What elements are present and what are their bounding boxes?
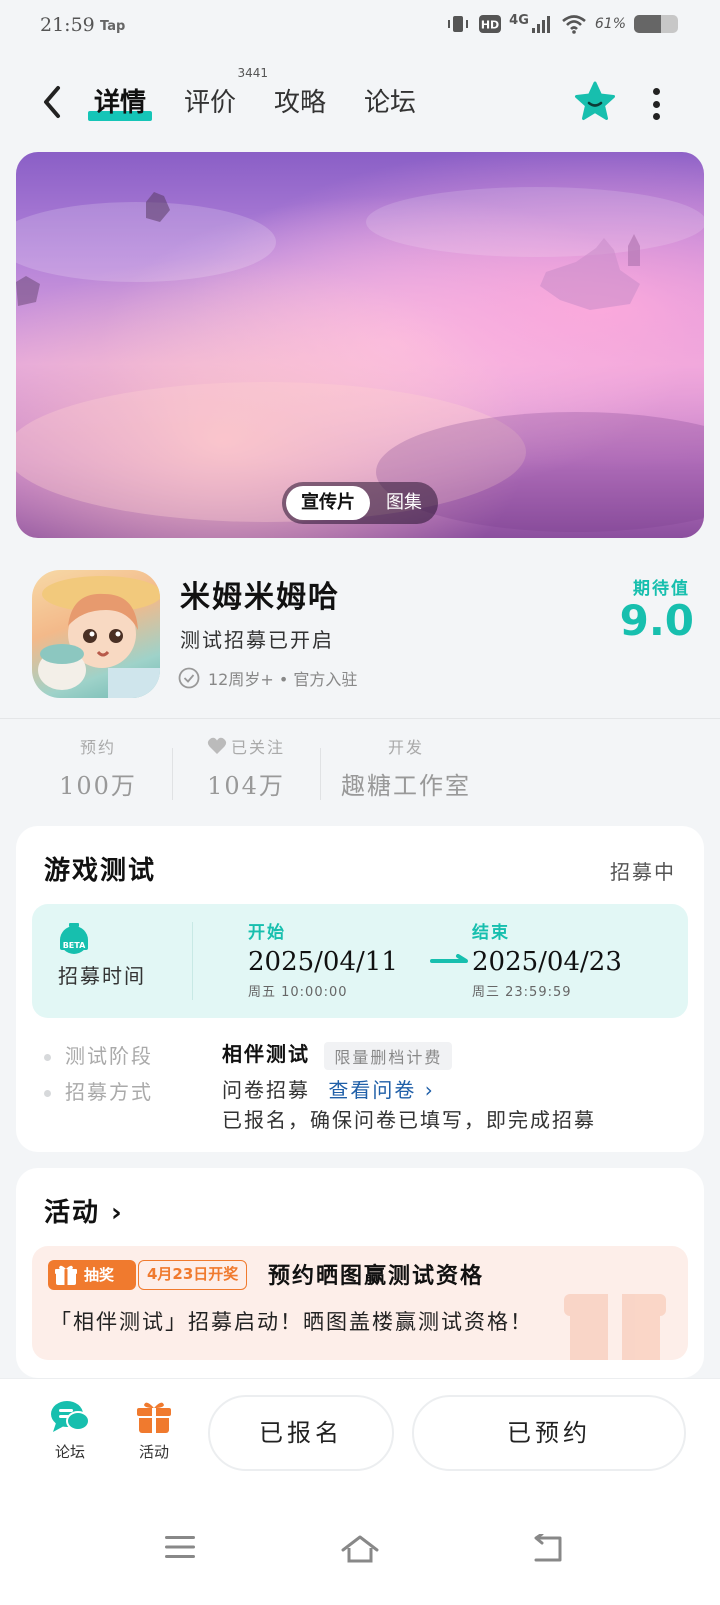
stat-follows[interactable]: 已关注 104万 <box>198 734 294 801</box>
tab-trailer[interactable]: 宣传片 <box>286 486 370 520</box>
card-title: 游戏测试 <box>44 856 157 886</box>
wifi-icon <box>562 15 586 34</box>
activity-title-link[interactable]: 活动 › <box>44 1192 124 1229</box>
status-time: 21:59 <box>40 14 95 36</box>
activity-button[interactable]: 活动 <box>124 1399 184 1462</box>
tab-gallery[interactable]: 图集 <box>374 486 434 520</box>
app-name: 米姆米姆哈 <box>180 580 340 615</box>
forum-button[interactable]: 论坛 <box>40 1399 100 1462</box>
more-menu-icon[interactable] <box>650 88 662 120</box>
vibrate-icon <box>448 16 469 32</box>
heart-icon <box>207 737 227 754</box>
carrier-badge: Tap <box>100 19 126 34</box>
status-bar: 21:59 Tap HD 4G 61% <box>0 0 720 56</box>
back-icon[interactable] <box>38 84 66 120</box>
phase-value: 相伴测试 <box>222 1042 310 1066</box>
menu-icon[interactable] <box>164 1534 196 1560</box>
verified-check-icon <box>178 667 200 689</box>
age-official-tags: 12周岁+ • 官方入驻 <box>208 670 358 689</box>
review-count: 3441 <box>237 66 269 80</box>
tab-forum[interactable]: 论坛 <box>360 80 420 121</box>
method-row-value: 问卷招募 查看问卷 › <box>222 1074 435 1103</box>
stat-value: 100万 <box>59 772 137 800</box>
stats-row: 预约 100万 已关注 104万 开发 趣糖工作室 <box>0 734 720 804</box>
svg-text:HD: HD <box>481 19 499 32</box>
tab-details[interactable]: 详情 <box>87 80 153 121</box>
start-key: 开始 <box>248 923 286 943</box>
end-date: 2025/04/23 <box>472 947 622 977</box>
stat-value: 趣糖工作室 <box>341 772 471 800</box>
stat-value: 104万 <box>207 772 285 800</box>
home-icon[interactable] <box>340 1534 380 1564</box>
method-note: 已报名，确保问卷已填写，即完成招募 <box>222 1108 596 1132</box>
recruit-time-box: BETA 招募时间 开始 2025/04/11 周五 10:00:00 结束 2… <box>32 904 688 1018</box>
method-row-label: 招募方式 <box>44 1076 153 1105</box>
stat-label: 已关注 <box>230 738 285 757</box>
forum-chat-icon <box>51 1401 90 1432</box>
stat-label: 开发 <box>387 738 424 757</box>
beta-timer-icon: BETA <box>60 923 88 954</box>
tab-reviews-label: 评价 <box>184 88 237 118</box>
app-subtitle: 测试招募已开启 <box>180 628 334 652</box>
end-weekday-time: 周三 23:59:59 <box>472 985 572 1000</box>
start-time: 开始 2025/04/11 周五 10:00:00 <box>248 918 398 1000</box>
start-date: 2025/04/11 <box>248 947 398 977</box>
draw-date-badge: 4月23日开奖 <box>138 1260 248 1290</box>
back-nav-icon[interactable] <box>530 1534 564 1564</box>
phase-row-label: 测试阶段 <box>44 1040 153 1069</box>
stat-reservations: 预约 100万 <box>58 734 138 801</box>
signal-icon <box>531 16 550 33</box>
divider <box>172 748 173 800</box>
bottom-action-bar: 论坛 活动 已报名 已预约 <box>0 1378 720 1488</box>
phase-pill: 限量删档计费 <box>324 1041 453 1070</box>
top-nav: 详情 评价 3441 攻略 论坛 <box>0 64 720 140</box>
favorite-star-icon[interactable] <box>572 80 618 126</box>
hd-icon: HD <box>479 15 502 33</box>
app-icon <box>32 570 160 698</box>
media-toggle: 宣传片 图集 <box>282 482 438 524</box>
activity-card: 活动 › 抽奖 4月23日开奖 预约晒图赢测试资格 「相伴测试」招募启动！晒图盖… <box>16 1168 704 1378</box>
stat-developer[interactable]: 开发 趣糖工作室 <box>336 734 476 801</box>
tab-reviews[interactable]: 评价 3441 <box>180 66 268 121</box>
divider <box>192 922 193 1000</box>
tab-guides[interactable]: 攻略 <box>270 80 330 121</box>
recruit-status: 招募中 <box>610 860 676 884</box>
lottery-badge: 抽奖 <box>48 1260 136 1290</box>
activity-description: 「相伴测试」招募启动！晒图盖楼赢测试资格！ <box>50 1310 533 1334</box>
forum-label: 论坛 <box>54 1443 85 1461</box>
network-type: 4G <box>509 12 529 28</box>
end-key: 结束 <box>472 923 510 943</box>
reserved-button[interactable]: 已预约 <box>412 1395 686 1471</box>
divider <box>320 748 321 800</box>
signed-up-button[interactable]: 已报名 <box>208 1395 394 1471</box>
stat-label: 预约 <box>79 738 116 757</box>
activity-label: 活动 <box>138 1443 169 1461</box>
recruit-time-label: 招募时间 <box>58 964 146 988</box>
method-value: 问卷招募 <box>222 1078 310 1102</box>
phase-row-value: 相伴测试 限量删档计费 <box>222 1038 453 1070</box>
hero-media[interactable]: 宣传片 图集 <box>16 152 704 538</box>
battery-icon <box>634 15 678 33</box>
svg-text:BETA: BETA <box>63 941 86 950</box>
gift-icon <box>55 1265 77 1285</box>
system-nav-bar <box>0 1488 720 1605</box>
sky-illustration <box>16 187 704 532</box>
arrow-right-icon <box>430 954 468 963</box>
end-time: 结束 2025/04/23 周三 23:59:59 <box>472 918 622 1000</box>
activity-item[interactable]: 抽奖 4月23日开奖 预约晒图赢测试资格 「相伴测试」招募启动！晒图盖楼赢测试资… <box>32 1246 688 1360</box>
divider <box>0 718 720 719</box>
gift-watermark-icon <box>564 1294 666 1360</box>
view-survey-link[interactable]: 查看问卷 › <box>328 1078 434 1102</box>
tab-bar: 详情 评价 3441 攻略 论坛 <box>87 66 420 121</box>
activity-headline: 预约晒图赢测试资格 <box>268 1264 485 1289</box>
gift-icon <box>137 1402 171 1433</box>
game-test-card: 游戏测试 招募中 BETA 招募时间 开始 2025/04/11 周五 10:0… <box>16 826 704 1152</box>
start-weekday-time: 周五 10:00:00 <box>248 985 348 1000</box>
battery-percent: 61% <box>594 16 626 32</box>
expectation-score: 9.0 <box>619 596 694 645</box>
app-tags: 12周岁+ • 官方入驻 <box>178 666 357 690</box>
